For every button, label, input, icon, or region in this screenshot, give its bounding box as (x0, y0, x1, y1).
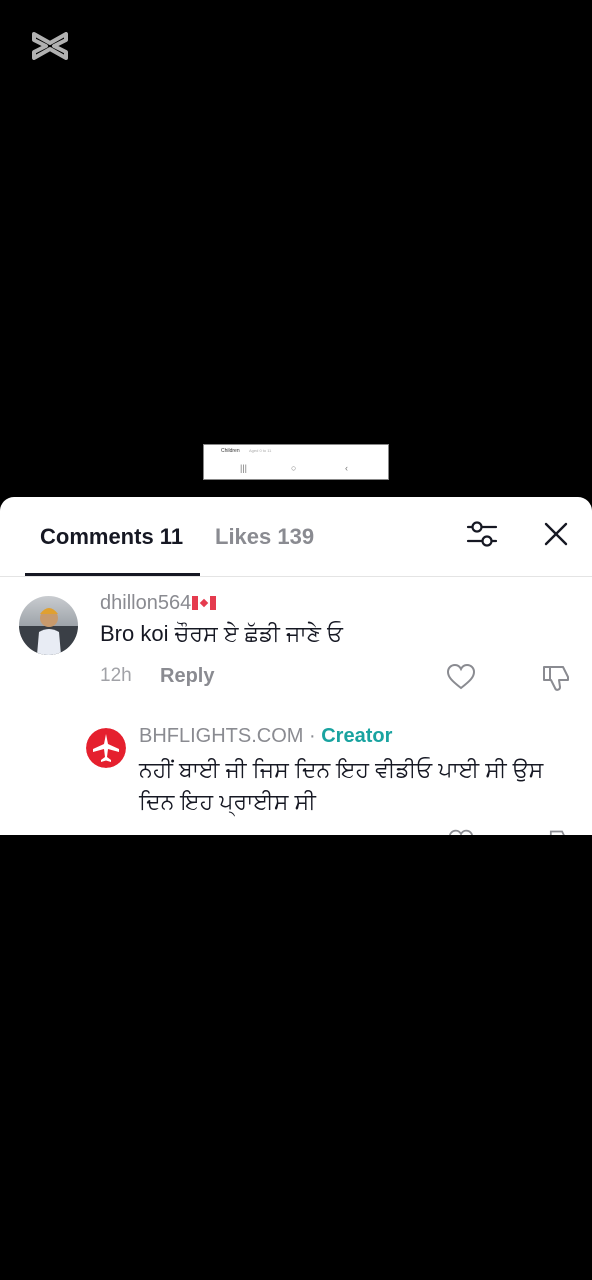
separator: · (303, 725, 322, 747)
reply-comment-text: ਨਹੀਂ ਬਾਈ ਜੀ ਜਿਸ ਦਿਨ ਇਹ ਵੀਡੀਓ ਪਾਈ ਸੀ ਉਸ ਦ… (139, 757, 544, 814)
reply-username[interactable]: BHFLIGHTS.COM · Creator (139, 725, 392, 748)
comment-text: Bro koi ਚੌਰਸ ਏ ਛੱਡੀ ਜਾਣੇ ਓ (100, 621, 343, 646)
comment-timestamp: 12h (100, 665, 132, 686)
tab-comments[interactable]: Comments 11 (40, 524, 183, 550)
comments-tab-bar: Comments 11 Likes 139 (0, 497, 592, 577)
creator-badge: Creator (321, 725, 393, 747)
thumbnail-title: Children (221, 448, 240, 454)
avatar[interactable] (19, 596, 78, 655)
creator-username-text[interactable]: BHFLIGHTS.COM (139, 725, 303, 747)
heart-icon[interactable] (446, 663, 476, 691)
reply-heart-icon[interactable] (448, 828, 474, 835)
thumbnail-subtitle: Aged 0 to 11 (249, 448, 272, 453)
dislike-icon[interactable] (541, 663, 571, 693)
tab-likes[interactable]: Likes 139 (215, 524, 314, 550)
canada-flag-icon (192, 596, 217, 610)
recents-icon: ||| (240, 463, 248, 473)
close-icon[interactable] (543, 521, 569, 547)
capcut-logo-icon (32, 32, 68, 60)
username-text[interactable]: dhillon564 (100, 592, 191, 614)
filter-sliders-icon[interactable] (466, 519, 498, 549)
creator-avatar-plane-icon[interactable] (86, 728, 126, 768)
comment-username[interactable]: dhillon564 (100, 592, 217, 615)
active-tab-indicator (25, 573, 200, 576)
home-icon: ○ (291, 463, 297, 473)
video-thumbnail: Children Aged 0 to 11 ||| ○ ‹ (203, 444, 389, 480)
reply-dislike-icon[interactable] (543, 828, 569, 835)
back-icon: ‹ (345, 463, 348, 473)
reply-button[interactable]: Reply (160, 665, 214, 688)
